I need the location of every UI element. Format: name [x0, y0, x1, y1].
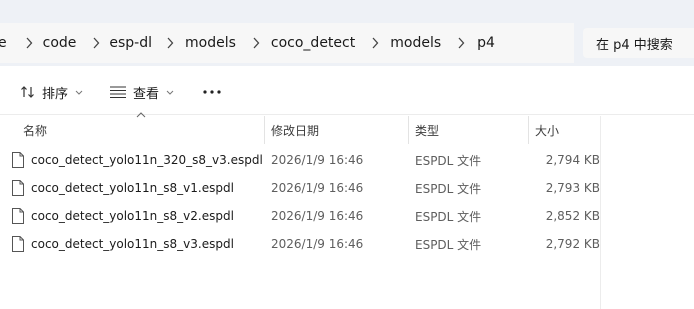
view-label: 查看 — [133, 86, 160, 102]
column-divider[interactable] — [264, 116, 265, 144]
file-type: ESPDL 文件 — [415, 209, 482, 224]
chevron-down-icon — [166, 90, 174, 95]
column-type[interactable]: 类型 — [415, 116, 525, 144]
chevron-right-icon[interactable] — [449, 33, 473, 53]
chevron-right-icon[interactable] — [363, 33, 387, 53]
file-type: ESPDL 文件 — [415, 237, 482, 252]
file-row[interactable]: coco_detect_yolo11n_s8_v3.espdl 2026/1/9… — [0, 230, 600, 258]
search-input[interactable]: 在 p4 中搜索 — [583, 28, 694, 58]
column-name[interactable]: 名称 — [23, 116, 263, 144]
breadcrumb-item[interactable]: esp-dl — [109, 35, 152, 51]
file-size: 2,852 KB — [545, 209, 600, 223]
file-name-cell: coco_detect_yolo11n_320_s8_v3.espdl — [11, 146, 263, 174]
file-icon — [11, 208, 25, 224]
sort-icon — [20, 84, 36, 100]
file-icon — [11, 152, 25, 168]
more-icon — [203, 90, 221, 94]
view-button[interactable]: 查看 — [109, 78, 174, 106]
column-size[interactable]: 大小 — [535, 116, 595, 144]
file-name-cell: coco_detect_yolo11n_s8_v3.espdl — [11, 230, 263, 258]
more-options-button[interactable] — [203, 78, 221, 106]
chevron-right-icon[interactable] — [158, 33, 182, 53]
breadcrumb-item-current[interactable]: p4 — [477, 35, 495, 51]
file-name: coco_detect_yolo11n_320_s8_v3.espdl — [31, 153, 263, 167]
sort-button[interactable]: 排序 — [20, 78, 83, 106]
file-date: 2026/1/9 16:46 — [271, 237, 364, 251]
sort-label: 排序 — [42, 86, 69, 102]
column-size-label: 大小 — [535, 123, 560, 138]
chevron-right-icon[interactable] — [244, 33, 268, 53]
file-name: coco_detect_yolo11n_s8_v2.espdl — [31, 209, 234, 223]
column-date-label: 修改日期 — [271, 123, 320, 138]
file-type: ESPDL 文件 — [415, 153, 482, 168]
column-name-label: 名称 — [23, 123, 48, 138]
breadcrumb-item[interactable]: e — [0, 35, 7, 51]
file-row[interactable]: coco_detect_yolo11n_s8_v2.espdl 2026/1/9… — [0, 202, 600, 230]
file-date: 2026/1/9 16:46 — [271, 153, 364, 167]
file-icon — [11, 236, 25, 252]
file-size: 2,792 KB — [545, 237, 600, 251]
file-name-cell: coco_detect_yolo11n_s8_v2.espdl — [11, 202, 263, 230]
file-date: 2026/1/9 16:46 — [271, 181, 364, 195]
file-size: 2,794 KB — [545, 153, 600, 167]
column-type-label: 类型 — [415, 123, 440, 138]
command-bar: 排序 查看 — [0, 66, 694, 115]
column-divider[interactable] — [408, 116, 409, 144]
file-date: 2026/1/9 16:46 — [271, 209, 364, 223]
file-type: ESPDL 文件 — [415, 181, 482, 196]
address-bar[interactable]: e code esp-dl models coco_detect models … — [0, 23, 574, 63]
details-pane — [601, 116, 694, 309]
file-name-cell: coco_detect_yolo11n_s8_v1.espdl — [11, 174, 263, 202]
file-icon — [11, 180, 25, 196]
view-list-icon — [109, 85, 127, 99]
file-size: 2,793 KB — [545, 181, 600, 195]
file-row[interactable]: coco_detect_yolo11n_320_s8_v3.espdl 2026… — [0, 146, 600, 174]
file-name: coco_detect_yolo11n_s8_v1.espdl — [31, 181, 234, 195]
chevron-right-icon[interactable] — [84, 33, 108, 53]
chevron-down-icon — [75, 90, 83, 95]
column-divider[interactable] — [528, 116, 529, 144]
breadcrumb-item[interactable]: code — [43, 35, 77, 51]
breadcrumb-item[interactable]: models — [185, 35, 236, 51]
file-name: coco_detect_yolo11n_s8_v3.espdl — [31, 237, 234, 251]
breadcrumb-item[interactable]: coco_detect — [271, 35, 355, 51]
chevron-right-icon[interactable] — [17, 33, 41, 53]
file-row[interactable]: coco_detect_yolo11n_s8_v1.espdl 2026/1/9… — [0, 174, 600, 202]
column-header: 名称 修改日期 类型 大小 — [0, 116, 694, 144]
search-placeholder: 在 p4 中搜索 — [596, 37, 673, 53]
breadcrumb-item[interactable]: models — [390, 35, 441, 51]
column-date[interactable]: 修改日期 — [271, 116, 406, 144]
